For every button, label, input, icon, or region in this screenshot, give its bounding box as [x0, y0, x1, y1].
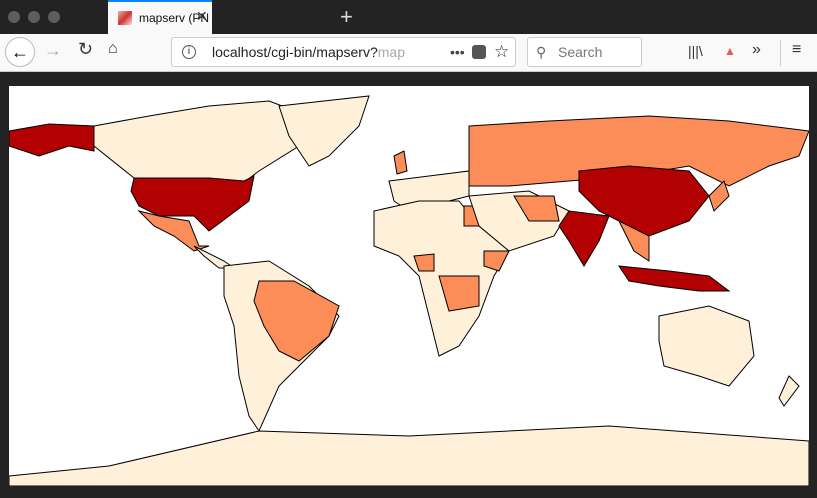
reload-icon[interactable]: ↻ [78, 39, 93, 60]
back-icon: ← [11, 42, 29, 62]
menu-icon[interactable]: ≡ [792, 41, 801, 59]
search-icon: ⚲ [536, 44, 547, 60]
country-alaska [8, 123, 95, 157]
country-central-america [193, 245, 236, 269]
url-text: localhost/cgi-bin/mapserv? [212, 44, 378, 60]
country-greenland [278, 95, 370, 167]
home-icon[interactable]: ⌂ [108, 40, 118, 58]
library-icon[interactable]: |||\ [688, 43, 703, 59]
forward-icon[interactable]: → [44, 40, 62, 61]
close-window-button[interactable] [8, 11, 20, 23]
favicon-icon [118, 11, 132, 25]
search-input[interactable]: ⚲ Search [527, 37, 642, 67]
back-button[interactable]: ← [5, 37, 35, 67]
extension-icon[interactable]: ▲ [724, 44, 736, 58]
pocket-icon[interactable] [472, 45, 486, 59]
page-actions-icon[interactable]: ••• [450, 38, 465, 66]
url-bar[interactable]: i localhost/cgi-bin/mapserv?map ••• ☆ [171, 37, 516, 67]
country-japan [708, 180, 730, 212]
overflow-icon[interactable]: » [752, 41, 761, 59]
nav-toolbar: ← → ↻ ⌂ i localhost/cgi-bin/mapserv?map … [0, 34, 817, 72]
toolbar-divider [780, 40, 781, 66]
country-uk [393, 150, 408, 175]
country-indonesia [617, 265, 731, 292]
search-placeholder: Search [558, 44, 603, 60]
world-choropleth-map [8, 95, 810, 487]
country-india [558, 210, 610, 267]
bookmark-star-icon[interactable]: ☆ [494, 38, 509, 66]
country-australia [658, 305, 755, 387]
minimize-window-button[interactable] [28, 11, 40, 23]
country-antarctica [8, 425, 810, 487]
map-image [8, 86, 810, 487]
country-new-zealand [778, 375, 800, 407]
url-text-faded: map [377, 44, 405, 60]
tab-close-button[interactable]: ✕ [196, 8, 208, 25]
maximize-window-button[interactable] [48, 11, 60, 23]
new-tab-button[interactable]: + [340, 4, 353, 30]
country-usa [130, 175, 255, 232]
info-icon[interactable]: i [182, 45, 196, 59]
country-canada [93, 100, 310, 187]
title-bar: mapserv (PNG Image, 800 × 400 pixels) ✕ … [0, 0, 817, 34]
